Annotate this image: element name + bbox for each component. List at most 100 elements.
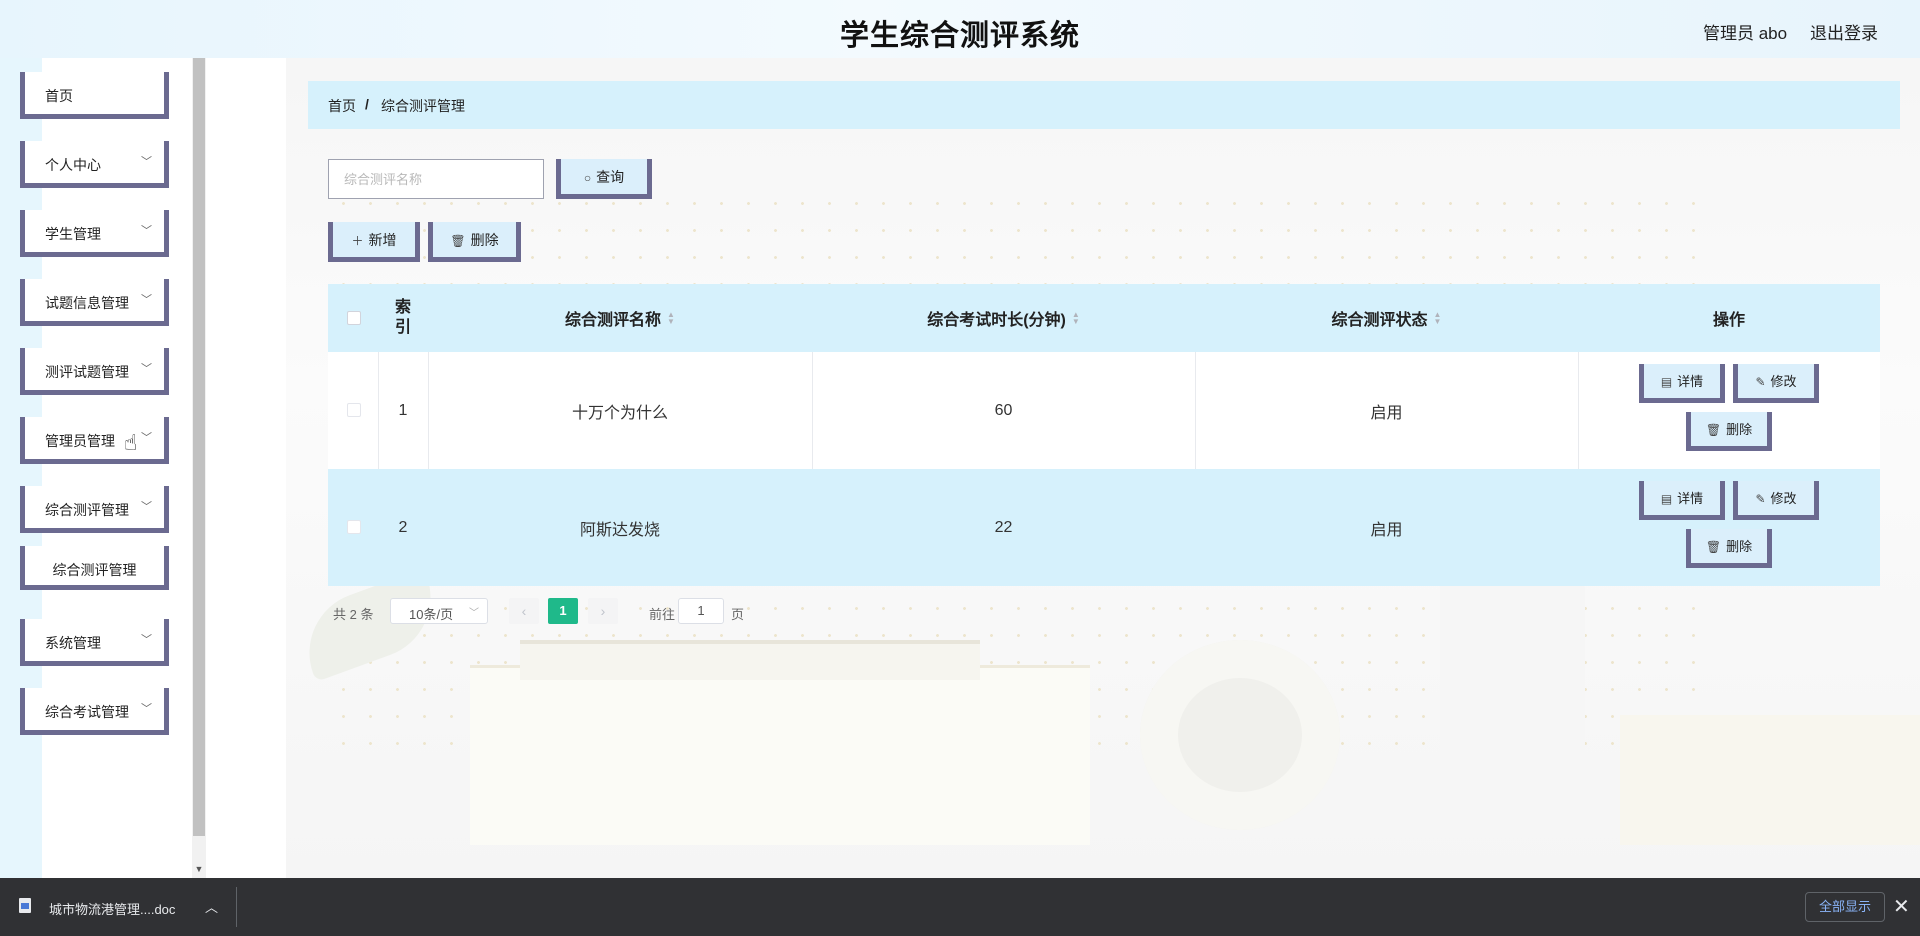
row-delete-button-label: 删除 (1726, 422, 1753, 437)
sidebar-item-question-info[interactable]: 试题信息管理 ﹀ (20, 279, 169, 326)
cell-name: 阿斯达发烧 (579, 521, 660, 539)
logout-link[interactable]: 退出登录 (1810, 19, 1878, 44)
chevron-down-icon: ﹀ (141, 432, 152, 444)
sidebar-item-label: 个人中心 (45, 157, 101, 173)
column-header-actions-label: 操作 (1712, 312, 1745, 329)
trash-icon: 🗑 (1705, 423, 1722, 437)
trash-icon: 🗑 (1705, 540, 1722, 554)
detail-button-label: 详情 (1677, 374, 1704, 389)
app-title: 学生综合测评系统 (839, 20, 1080, 52)
detail-button-label: 详情 (1677, 491, 1704, 506)
document-icon: ▤ (1660, 375, 1673, 389)
cell-status: 启用 (1370, 404, 1403, 422)
sidebar-item-evaluation-management[interactable]: 综合测评管理 ﹀ (20, 486, 169, 533)
chevron-up-icon[interactable]: ︿ (205, 897, 218, 916)
show-all-downloads-button[interactable]: 全部显示 (1805, 892, 1885, 922)
row-delete-button-label: 删除 (1726, 539, 1753, 554)
column-header-index-label: 索引 (394, 299, 411, 336)
cell-index: 2 (398, 518, 408, 536)
sidebar-item-personal-center[interactable]: 个人中心 ﹀ (20, 141, 169, 188)
sidebar-item-system-management[interactable]: 系统管理 ﹀ (20, 619, 169, 666)
table-header: 索引 综合测评名称 ▲ ▼ 综合考试时长(分钟) ▲ ▼ 综合测评状态 ▲ ▼ 操作 (328, 284, 1880, 352)
bulk-delete-button[interactable]: 🗑 删除 (428, 222, 521, 262)
column-header-name[interactable]: 综合测评名称 ▲ ▼ (428, 284, 812, 352)
sidebar-item-evaluation-questions[interactable]: 测评试题管理 ﹀ (20, 348, 169, 395)
cell-name: 十万个为什么 (571, 404, 668, 422)
sidebar-item-exam-management[interactable]: 综合考试管理 ﹀ (20, 688, 169, 735)
background-slab-decoration (1620, 715, 1920, 845)
page-number-current[interactable]: 1 (548, 598, 578, 624)
top-header: 学生综合测评系统 管理员 abo 退出登录 (0, 0, 1920, 58)
download-divider (236, 887, 237, 927)
search-button-label: 查询 (596, 169, 625, 185)
row-delete-button[interactable]: 🗑 删除 (1686, 412, 1772, 451)
detail-button[interactable]: ▤ 详情 (1639, 481, 1725, 520)
sidebar-item-label: 综合测评管理 (45, 502, 129, 518)
sort-icon[interactable]: ▲ ▼ (667, 311, 675, 326)
prev-page-button[interactable]: ‹ (509, 598, 539, 624)
goto-label: 前往 (649, 607, 676, 622)
scrollbar-thumb[interactable] (193, 58, 205, 836)
column-header-status[interactable]: 综合测评状态 ▲ ▼ (1195, 284, 1578, 352)
scroll-down-arrow-icon[interactable]: ▼ (192, 864, 206, 874)
sidebar-item-label: 综合考试管理 (45, 704, 129, 720)
breadcrumb-home[interactable]: 首页 (328, 96, 356, 116)
sort-icon[interactable]: ▲ ▼ (1434, 311, 1442, 326)
cell-divider (1578, 352, 1579, 469)
row-delete-button[interactable]: 🗑 删除 (1686, 529, 1772, 568)
chevron-down-icon: ﹀ (141, 703, 152, 715)
column-header-name-label: 综合测评名称 (565, 312, 662, 329)
breadcrumb-current: 综合测评管理 (381, 98, 465, 114)
page-unit-label: 页 (731, 607, 745, 622)
chevron-down-icon: ﹀ (141, 156, 152, 168)
pencil-icon: ✎ (1755, 375, 1766, 389)
chevron-up-icon: ﹀ (141, 501, 152, 513)
row-checkbox[interactable] (347, 520, 361, 534)
table-row: 2 阿斯达发烧 22 启用 ▤ 详情 ✎ 修改 🗑 删除 (328, 469, 1880, 586)
breadcrumb-separator: / (365, 96, 369, 112)
sidebar-item-admin-management[interactable]: 管理员管理 ﹀ (20, 417, 169, 464)
row-checkbox[interactable] (347, 403, 361, 417)
background-box-decoration (470, 665, 1090, 845)
chevron-down-icon: ﹀ (141, 634, 152, 646)
chevron-down-icon: ﹀ (141, 294, 152, 306)
select-all-checkbox[interactable] (347, 311, 361, 325)
table-row: 1 十万个为什么 60 启用 ▤ 详情 ✎ 修改 🗑 删除 (328, 352, 1880, 469)
goto-page-input[interactable]: 1 (678, 598, 724, 624)
add-button[interactable]: ＋ 新增 (328, 222, 420, 262)
background-tray-decoration (520, 640, 980, 680)
edit-button[interactable]: ✎ 修改 (1733, 364, 1819, 403)
column-header-duration[interactable]: 综合考试时长(分钟) ▲ ▼ (812, 284, 1195, 352)
search-input[interactable] (328, 159, 544, 199)
search-icon: ○ (583, 171, 592, 185)
sidebar-item-label: 管理员管理 (45, 433, 115, 449)
sidebar-item-student-management[interactable]: 学生管理 ﹀ (20, 210, 169, 257)
chevron-down-icon: ﹀ (141, 225, 152, 237)
bulk-delete-button-label: 删除 (470, 232, 499, 248)
close-icon[interactable]: ✕ (1893, 894, 1910, 919)
add-button-label: 新增 (368, 232, 397, 248)
sidebar-scrollbar[interactable]: ▼ (192, 58, 206, 878)
current-user: 管理员 abo (1703, 24, 1788, 43)
detail-button[interactable]: ▤ 详情 (1639, 364, 1725, 403)
sidebar-subitem-evaluation-management[interactable]: 综合测评管理 (20, 546, 169, 590)
edit-button[interactable]: ✎ 修改 (1733, 481, 1819, 520)
page-size-select[interactable]: 10条/页 ﹀ (390, 598, 488, 624)
plus-icon: ＋ (351, 234, 364, 248)
column-header-status-label: 综合测评状态 (1331, 312, 1428, 329)
sort-icon[interactable]: ▲ ▼ (1072, 311, 1080, 326)
cell-duration: 22 (994, 518, 1013, 536)
chevron-right-icon: › (600, 603, 606, 619)
sidebar-item-home[interactable]: 首页 (20, 72, 169, 119)
chevron-down-icon: ﹀ (469, 608, 479, 619)
chevron-left-icon: ‹ (521, 603, 527, 619)
pagination-total: 共 2 条 (333, 607, 374, 622)
next-page-button[interactable]: › (588, 598, 618, 624)
download-file-name[interactable]: 城市物流港管理....doc (49, 899, 175, 918)
column-header-index: 索引 (378, 284, 428, 352)
search-button[interactable]: ○ 查询 (556, 159, 652, 199)
hand-cursor-icon: ☝ (124, 430, 138, 455)
trash-icon: 🗑 (450, 234, 466, 248)
sidebar-subitem-label: 综合测评管理 (52, 562, 137, 578)
document-file-icon (19, 898, 31, 913)
